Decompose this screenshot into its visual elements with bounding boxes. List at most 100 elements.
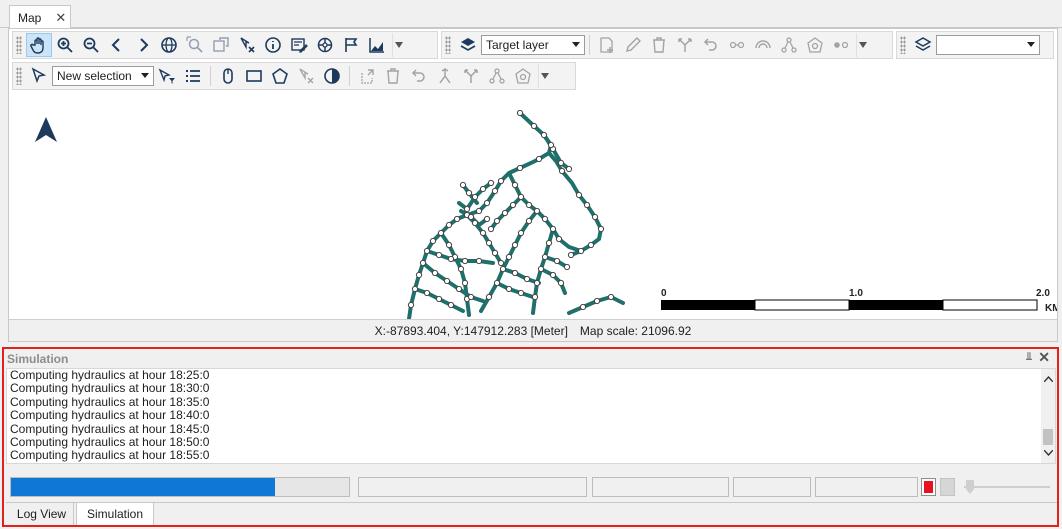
toolbar-overflow-button[interactable] xyxy=(856,33,868,57)
zoom-pan-icon[interactable] xyxy=(208,33,234,57)
contrast-icon[interactable] xyxy=(319,64,345,88)
simulation-panel-title: Simulation xyxy=(7,352,69,366)
status-field xyxy=(592,477,729,497)
chart-icon[interactable] xyxy=(364,33,390,57)
log-line: Computing hydraulics at hour 18:30:0 xyxy=(10,381,210,396)
zoom-in-icon[interactable] xyxy=(52,33,78,57)
chevron-down-icon xyxy=(141,73,149,78)
toolbar-separator xyxy=(210,66,211,86)
log-line: Computing hydraulics at hour 18:50:0 xyxy=(10,434,210,449)
scroll-down-icon[interactable] xyxy=(1041,446,1055,460)
polygon-node-icon[interactable] xyxy=(510,64,536,88)
scale-unit-label: KM xyxy=(1045,303,1057,314)
pentagon-select-icon[interactable] xyxy=(267,64,293,88)
map-drawing[interactable]: 0 1.0 2.0 KM xyxy=(9,93,1057,319)
dots-icon[interactable] xyxy=(828,33,854,57)
clear-select-icon[interactable] xyxy=(293,64,319,88)
split-icon[interactable] xyxy=(672,33,698,57)
undo-icon[interactable] xyxy=(698,33,724,57)
info-icon[interactable] xyxy=(260,33,286,57)
back-icon[interactable] xyxy=(104,33,130,57)
stop-icon xyxy=(924,481,933,493)
toolbar-separator xyxy=(349,66,350,86)
close-icon[interactable]: ✕ xyxy=(1038,349,1050,366)
log-line: Computing hydraulics at hour 18:45:0 xyxy=(10,421,210,436)
map-canvas[interactable]: 0 1.0 2.0 KM xyxy=(9,93,1057,319)
selection-toolbar: New selection xyxy=(12,62,576,90)
delete-icon[interactable] xyxy=(380,64,406,88)
polygon-node-icon[interactable] xyxy=(802,33,828,57)
mouse-icon[interactable] xyxy=(215,64,241,88)
scale-label-0: 0 xyxy=(661,288,667,299)
tab-log-view[interactable]: Log View xyxy=(10,503,74,525)
forward-icon[interactable] xyxy=(130,33,156,57)
tab-map[interactable]: Map ✕ xyxy=(9,5,71,29)
add-node-icon[interactable] xyxy=(594,33,620,57)
stop-simulation-button[interactable] xyxy=(921,478,936,496)
arc-icon[interactable] xyxy=(750,33,776,57)
rectangle-select-icon[interactable] xyxy=(241,64,267,88)
layers-icon[interactable] xyxy=(455,33,481,57)
simulation-log[interactable]: Computing hydraulics at hour 18:25:0 Comp… xyxy=(6,368,1056,464)
target-layer-value: Target layer xyxy=(486,38,549,52)
cursor-coordinates: X:-87893.404, Y:147912.283 [Meter] xyxy=(374,323,568,338)
toolbar-overflow-button[interactable] xyxy=(538,64,550,88)
list-icon[interactable] xyxy=(180,64,206,88)
simulation-panel: Simulation ⫫ ✕ Computing hydraulics at h… xyxy=(2,347,1059,527)
undo-icon[interactable] xyxy=(406,64,432,88)
filter-select-icon[interactable] xyxy=(154,64,180,88)
simulation-speed-slider[interactable] xyxy=(964,480,1050,494)
scale-label-1: 1.0 xyxy=(849,288,863,299)
toolbar-grip[interactable] xyxy=(16,36,22,54)
toolbar-grip[interactable] xyxy=(900,36,906,54)
progress-fill xyxy=(11,478,275,496)
target-layer-select[interactable]: Target layer xyxy=(481,35,585,55)
simulation-progress-bar xyxy=(10,477,350,497)
network-nodes-icon[interactable] xyxy=(776,33,802,57)
zoom-window-icon[interactable] xyxy=(182,33,208,57)
chevron-down-icon xyxy=(1027,42,1035,47)
slider-track xyxy=(964,486,1050,488)
layer-select[interactable] xyxy=(936,35,1040,55)
junction-nodes[interactable] xyxy=(407,109,615,311)
pause-simulation-button[interactable] xyxy=(940,478,955,496)
pencil-icon[interactable] xyxy=(620,33,646,57)
map-navigation-toolbar xyxy=(12,31,438,59)
toolbar-overflow-button[interactable] xyxy=(392,33,404,57)
toolbar-grip[interactable] xyxy=(16,67,22,85)
globe-icon[interactable] xyxy=(156,33,182,57)
delete-icon[interactable] xyxy=(646,33,672,57)
rotate-icon[interactable] xyxy=(354,64,380,88)
vertex-icon[interactable] xyxy=(724,33,750,57)
pan-hand-icon[interactable] xyxy=(26,33,52,57)
layers-icon[interactable] xyxy=(910,33,936,57)
pin-icon[interactable]: ⫫ xyxy=(1026,351,1032,364)
map-scale: Map scale: 21096.92 xyxy=(579,323,692,338)
log-scrollbar[interactable] xyxy=(1041,369,1055,463)
tab-simulation[interactable]: Simulation xyxy=(76,503,154,525)
scale-bar: 0 1.0 2.0 KM xyxy=(661,288,1057,314)
document-tabstrip: Map ✕ xyxy=(0,0,1062,29)
network-nodes-icon[interactable] xyxy=(484,64,510,88)
status-field xyxy=(733,477,811,497)
edit-attributes-icon[interactable] xyxy=(286,33,312,57)
network-icon[interactable] xyxy=(312,33,338,57)
selection-mode-select[interactable]: New selection xyxy=(52,66,154,86)
scroll-up-icon[interactable] xyxy=(1041,372,1055,386)
select-arrow-icon[interactable] xyxy=(26,64,52,88)
status-field xyxy=(815,477,918,497)
log-lines: Computing hydraulics at hour 18:25:0 Comp… xyxy=(7,369,1055,463)
zoom-out-icon[interactable] xyxy=(78,33,104,57)
pipe-network[interactable] xyxy=(407,111,625,319)
log-line: Computing hydraulics at hour 18:55:0 xyxy=(10,448,210,463)
tab-close-icon[interactable]: ✕ xyxy=(55,11,66,24)
clear-selection-icon[interactable] xyxy=(234,33,260,57)
toolbar-grip[interactable] xyxy=(445,36,451,54)
split-icon[interactable] xyxy=(458,64,484,88)
slider-handle[interactable] xyxy=(966,480,974,494)
bottom-tabstrip: Log View Simulation xyxy=(6,502,1057,525)
scale-label-2: 2.0 xyxy=(1036,288,1050,299)
scrollbar-thumb[interactable] xyxy=(1043,429,1053,445)
flag-icon[interactable] xyxy=(338,33,364,57)
merge-icon[interactable] xyxy=(432,64,458,88)
